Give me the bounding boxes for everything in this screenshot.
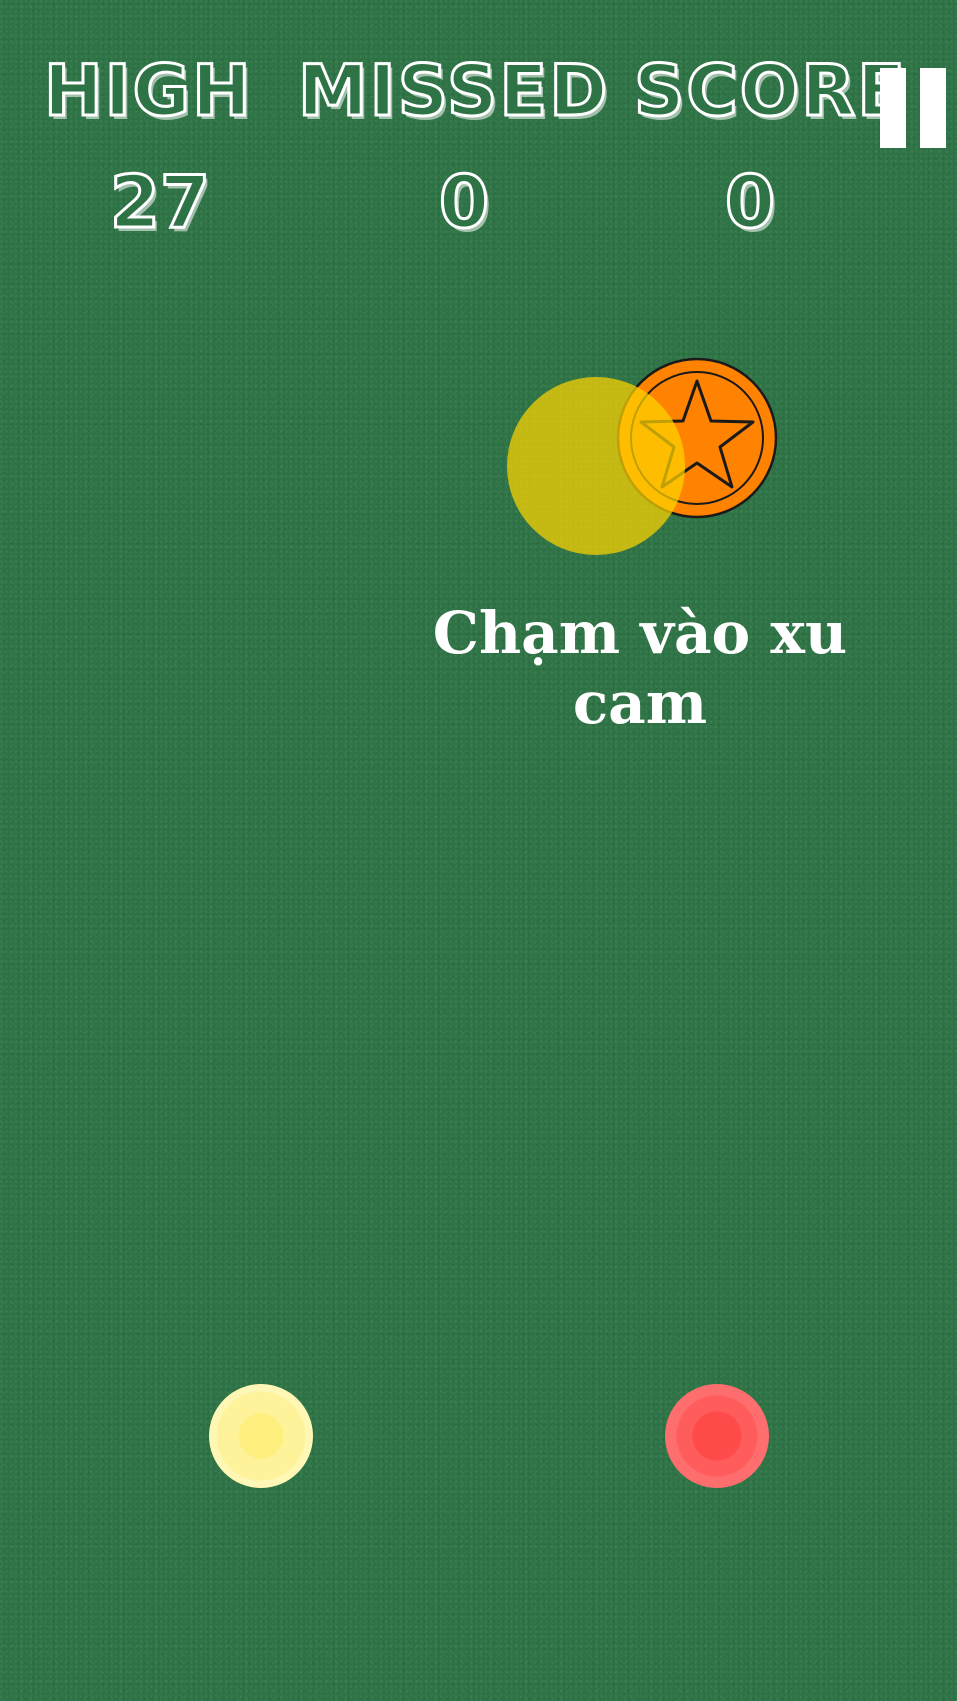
hint-line-1: Chạm vào xu <box>432 599 848 667</box>
high-label: HIGH <box>43 50 253 132</box>
red-control-button[interactable] <box>665 1384 769 1488</box>
yellow-control-button[interactable] <box>209 1384 313 1488</box>
score-value: 0 <box>723 160 776 244</box>
high-value: 27 <box>108 160 211 244</box>
pause-icon-bar <box>920 68 946 148</box>
missed-label: MISSED <box>296 50 610 132</box>
pause-icon <box>880 68 906 148</box>
hint-text: Chạm vào xu cam <box>420 598 860 738</box>
pause-button[interactable] <box>880 68 950 148</box>
tap-target-circle <box>507 377 685 555</box>
missed-value: 0 <box>437 160 490 244</box>
hint-line-2: cam <box>572 669 708 737</box>
score-label: SCORE <box>632 50 908 132</box>
